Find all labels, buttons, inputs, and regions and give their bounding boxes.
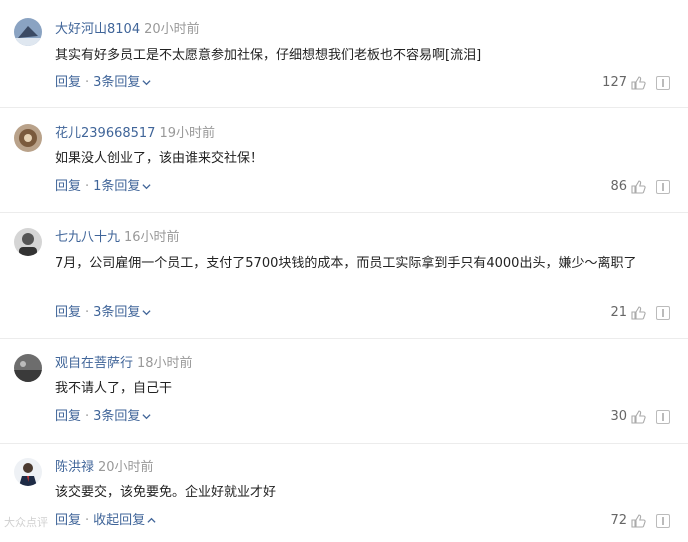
report-icon[interactable] [656, 410, 670, 424]
avatar[interactable] [14, 228, 42, 256]
comment-actions: 回复 · 收起回复 [55, 512, 156, 530]
comment-text: 其实有好多员工是不太愿意参加社保，仔细想想我们老板也不容易啊[流泪] [55, 48, 482, 63]
timestamp: 18小时前 [137, 356, 193, 371]
username[interactable]: 大好河山8104 [55, 22, 140, 37]
collapse-replies-label: 收起回复 [93, 513, 146, 528]
thumbs-up-icon [631, 410, 646, 424]
username[interactable]: 花儿239668517 [55, 126, 155, 141]
comment-item: 七九八十九 16小时前 7月，公司雇佣一个员工，支付了5700块钱的成本，而员工实… [0, 213, 688, 337]
reply-button[interactable]: 回复 [55, 513, 81, 528]
watermark: 大众点评 [4, 514, 48, 530]
like-button[interactable]: 86 [610, 178, 646, 196]
reply-button[interactable]: 回复 [55, 179, 81, 194]
comment-meta: 观自在菩萨行 18小时前 [55, 355, 193, 373]
timestamp: 20小时前 [144, 22, 200, 37]
thumbs-up-icon [631, 76, 646, 90]
comment-actions: 回复 · 3条回复 [55, 74, 152, 92]
watermark-text: 大众点评 [4, 516, 48, 529]
reply-button[interactable]: 回复 [55, 75, 81, 90]
like-count: 127 [602, 75, 627, 90]
avatar-image [14, 354, 42, 382]
username[interactable]: 观自在菩萨行 [55, 356, 133, 371]
chevron-down-icon [142, 184, 152, 190]
avatar[interactable] [14, 354, 42, 382]
replies-toggle-button[interactable]: 3条回复 [93, 75, 152, 90]
comment-actions: 回复 · 3条回复 [55, 304, 152, 322]
report-icon[interactable] [656, 514, 670, 528]
comment-item: 大好河山8104 20小时前 其实有好多员工是不太愿意参加社保，仔细想想我们老板也… [0, 0, 688, 106]
like-count: 21 [610, 305, 627, 320]
thumbs-up-icon [631, 514, 646, 528]
avatar-image [14, 18, 42, 46]
username[interactable]: 陈洪禄 [55, 460, 94, 475]
chevron-up-icon [147, 517, 156, 523]
comment-text: 我不请人了，自己干 [55, 381, 173, 396]
avatar-image [14, 124, 42, 152]
like-count: 30 [610, 409, 627, 424]
replies-toggle-button[interactable]: 1条回复 [93, 179, 152, 194]
timestamp: 19小时前 [159, 126, 215, 141]
replies-count: 3条回复 [93, 409, 141, 424]
comment-item: 观自在菩萨行 18小时前 我不请人了，自己干 回复 · 3条回复 30 [0, 339, 688, 442]
like-button[interactable]: 21 [610, 304, 646, 322]
report-icon[interactable] [656, 180, 670, 194]
like-button[interactable]: 127 [602, 74, 646, 92]
report-icon[interactable] [656, 306, 670, 320]
separator-dot: · [85, 75, 90, 90]
replies-count: 1条回复 [93, 179, 141, 194]
avatar[interactable] [14, 124, 42, 152]
like-count: 86 [610, 179, 627, 194]
comment-text: 7月，公司雇佣一个员工，支付了5700块钱的成本，而员工实际拿到手只有4000出… [55, 256, 637, 271]
reply-button[interactable]: 回复 [55, 409, 81, 424]
separator-dot: · [85, 179, 90, 194]
separator-dot: · [85, 305, 90, 320]
report-icon[interactable] [656, 76, 670, 90]
comment-meta: 陈洪禄 20小时前 [55, 459, 154, 477]
comment-meta: 大好河山8104 20小时前 [55, 21, 200, 39]
thumbs-up-icon [631, 180, 646, 194]
avatar[interactable] [14, 458, 42, 486]
reply-button[interactable]: 回复 [55, 305, 81, 320]
comment-actions: 回复 · 3条回复 [55, 408, 152, 426]
like-button[interactable]: 72 [610, 512, 646, 530]
collapse-replies-button[interactable]: 收起回复 [93, 513, 156, 528]
comment-text: 如果没人创业了，该由谁来交社保！ [55, 151, 264, 166]
chevron-down-icon [142, 310, 152, 316]
like-count: 72 [610, 513, 627, 528]
replies-toggle-button[interactable]: 3条回复 [93, 409, 152, 424]
comment-item: 陈洪禄 20小时前 该交要交，该免要免。企业好就业才好 回复 · 收起回复 72 [0, 444, 688, 542]
thumbs-up-icon [631, 306, 646, 320]
username[interactable]: 七九八十九 [55, 230, 120, 245]
comment-actions: 回复 · 1条回复 [55, 178, 152, 196]
avatar-image [14, 458, 42, 486]
replies-toggle-button[interactable]: 3条回复 [93, 305, 152, 320]
comment-meta: 七九八十九 16小时前 [55, 229, 180, 247]
replies-count: 3条回复 [93, 75, 141, 90]
avatar-image [14, 228, 42, 256]
like-button[interactable]: 30 [610, 408, 646, 426]
separator-dot: · [85, 513, 90, 528]
comment-item: 花儿239668517 19小时前 如果没人创业了，该由谁来交社保！ 回复 · 1条回… [0, 108, 688, 212]
chevron-down-icon [142, 414, 152, 420]
replies-count: 3条回复 [93, 305, 141, 320]
avatar[interactable] [14, 18, 42, 46]
timestamp: 20小时前 [98, 460, 154, 475]
separator-dot: · [85, 409, 90, 424]
timestamp: 16小时前 [124, 230, 180, 245]
comment-meta: 花儿239668517 19小时前 [55, 125, 215, 143]
chevron-down-icon [142, 80, 152, 86]
comment-text: 该交要交，该免要免。企业好就业才好 [55, 485, 277, 500]
